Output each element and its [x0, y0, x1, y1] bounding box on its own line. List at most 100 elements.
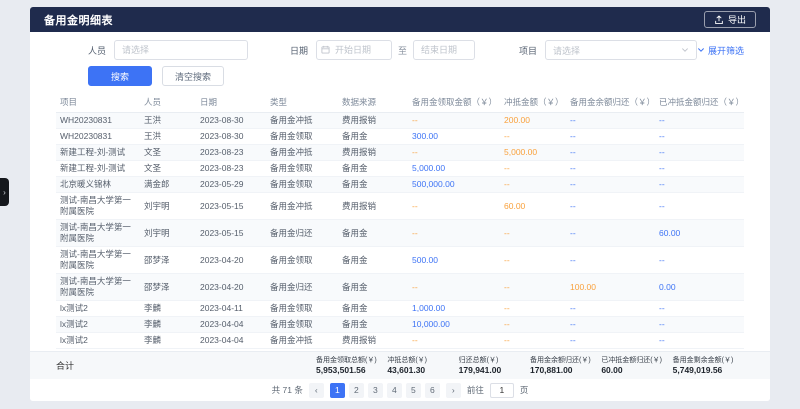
cell-amount: --	[500, 274, 566, 301]
cell-amount: --	[655, 301, 744, 317]
table-row: lx测试2李麟2023-04-04备用金领取备用金10,000.00------	[56, 317, 744, 333]
cell-source: 费用报销	[338, 193, 408, 220]
cell-amount: --	[500, 301, 566, 317]
cell-date: 2023-05-15	[196, 220, 266, 247]
cell-amount: --	[655, 247, 744, 274]
cell-source: 备用金	[338, 247, 408, 274]
search-toolbar: 搜索 清空搜索	[30, 60, 770, 86]
page-button[interactable]: 6	[425, 383, 440, 398]
cell-type: 备用金冲抵	[266, 145, 338, 161]
table-header-row: 项目人员日期类型数据来源备用金领取金额（￥）冲抵金额（￥）备用金余额归还（￥）已…	[56, 92, 744, 113]
cell-amount: --	[566, 145, 655, 161]
date-end-input[interactable]	[413, 40, 475, 60]
column-header: 项目	[56, 92, 140, 113]
date-filter: 日期 至	[290, 40, 475, 60]
summary-stat-value: 60.00	[601, 366, 672, 375]
page-button[interactable]: 4	[387, 383, 402, 398]
cell-date: 2023-04-20	[196, 274, 266, 301]
cell-project: 测试-南昌大学第一附属医院	[56, 220, 140, 247]
cell-amount: --	[408, 113, 500, 129]
filter-bar: 人员 日期 至 项目 请选择	[30, 32, 770, 60]
cell-date: 2023-04-04	[196, 317, 266, 333]
cell-source: 备用金	[338, 274, 408, 301]
summary-label: 合计	[56, 359, 316, 372]
goto-page-input[interactable]	[490, 383, 514, 398]
cell-person: 王洪	[140, 113, 196, 129]
cell-amount: --	[408, 333, 500, 349]
cell-project: 测试-南昌大学第一附属医院	[56, 193, 140, 220]
cell-amount: 0.00	[655, 274, 744, 301]
table-row: 新建工程-刘-测试文圣2023-08-23备用金冲抵费用报销--5,000.00…	[56, 145, 744, 161]
cell-amount: --	[408, 274, 500, 301]
cell-person: 王洪	[140, 129, 196, 145]
chevron-down-icon	[697, 46, 705, 54]
cell-person: 李麟	[140, 333, 196, 349]
summary-stat: 冲抵总额(￥)43,601.30	[387, 357, 458, 375]
summary-stat-label: 冲抵总额(￥)	[387, 357, 458, 364]
cell-amount: 500.00	[408, 247, 500, 274]
cell-source: 备用金	[338, 129, 408, 145]
cell-amount: --	[566, 129, 655, 145]
search-button[interactable]: 搜索	[88, 66, 152, 86]
clear-search-button[interactable]: 清空搜索	[162, 66, 224, 86]
table-row: lx测试2李麟2023-04-11备用金领取备用金1,000.00------	[56, 301, 744, 317]
column-header: 备用金余额归还（￥）	[566, 92, 655, 113]
column-header: 数据来源	[338, 92, 408, 113]
sidebar-expand-handle[interactable]: ›	[0, 178, 9, 206]
cell-amount: --	[655, 161, 744, 177]
page-button[interactable]: 2	[349, 383, 364, 398]
summary-stat: 备用金余额归还(￥)170,881.00	[530, 357, 601, 375]
page-button[interactable]: 1	[330, 383, 345, 398]
cell-amount: --	[566, 301, 655, 317]
cell-date: 2023-04-20	[196, 247, 266, 274]
cell-amount: --	[566, 177, 655, 193]
summary-stats: 备用金领取总额(￥)5,953,501.56冲抵总额(￥)43,601.30归还…	[316, 357, 744, 375]
export-button-label: 导出	[728, 13, 746, 26]
cell-source: 备用金	[338, 161, 408, 177]
summary-stat-label: 备用金领取总额(￥)	[316, 357, 387, 364]
cell-date: 2023-08-23	[196, 161, 266, 177]
cell-amount: --	[566, 220, 655, 247]
page-button[interactable]: 5	[406, 383, 421, 398]
next-page-button[interactable]: ›	[446, 383, 461, 398]
cell-type: 备用金冲抵	[266, 193, 338, 220]
table-row: 测试-南昌大学第一附属医院邵梦泽2023-04-20备用金归还备用金----10…	[56, 274, 744, 301]
prev-page-button[interactable]: ‹	[309, 383, 324, 398]
page: 备用金明细表 导出 人员 日期 至	[30, 7, 770, 401]
column-header: 类型	[266, 92, 338, 113]
cell-amount: --	[655, 145, 744, 161]
cell-date: 2023-08-23	[196, 145, 266, 161]
cell-person: 邵梦泽	[140, 274, 196, 301]
cell-amount: --	[655, 193, 744, 220]
summary-stat: 备用金剩余金额(￥)5,749,019.56	[673, 357, 744, 375]
cell-amount: --	[500, 317, 566, 333]
cell-amount: --	[500, 333, 566, 349]
cell-amount: --	[500, 129, 566, 145]
cell-project: lx测试2	[56, 317, 140, 333]
table-row: 测试-南昌大学第一附属医院刘宇明2023-05-15备用金冲抵费用报销--60.…	[56, 193, 744, 220]
cell-project: lx测试2	[56, 301, 140, 317]
cell-amount: 5,000.00	[500, 145, 566, 161]
content-card: 人员 日期 至 项目 请选择	[30, 32, 770, 401]
cell-type: 备用金冲抵	[266, 113, 338, 129]
cell-amount: --	[566, 333, 655, 349]
summary-stat-value: 5,749,019.56	[673, 366, 744, 375]
export-button[interactable]: 导出	[704, 11, 756, 28]
cell-type: 备用金领取	[266, 177, 338, 193]
table-row: 新建工程-刘-测试文圣2023-08-23备用金领取备用金5,000.00---…	[56, 161, 744, 177]
expand-filters-label: 展开筛选	[708, 44, 744, 57]
column-header: 已冲抵金额归还（￥）	[655, 92, 744, 113]
cell-source: 费用报销	[338, 333, 408, 349]
column-header: 备用金领取金额（￥）	[408, 92, 500, 113]
person-filter-input[interactable]	[114, 40, 248, 60]
topbar: 备用金明细表 导出	[30, 7, 770, 32]
page-button[interactable]: 3	[368, 383, 383, 398]
select-arrow-icon	[681, 46, 689, 54]
cell-type: 备用金领取	[266, 247, 338, 274]
cell-amount: --	[500, 177, 566, 193]
pagination-total: 共 71 条	[272, 384, 303, 396]
cell-amount: 60.00	[500, 193, 566, 220]
project-select[interactable]: 请选择	[545, 40, 697, 60]
expand-filters-link[interactable]: 展开筛选	[697, 44, 744, 57]
summary-stat-label: 已冲抵金额归还(￥)	[601, 357, 672, 364]
